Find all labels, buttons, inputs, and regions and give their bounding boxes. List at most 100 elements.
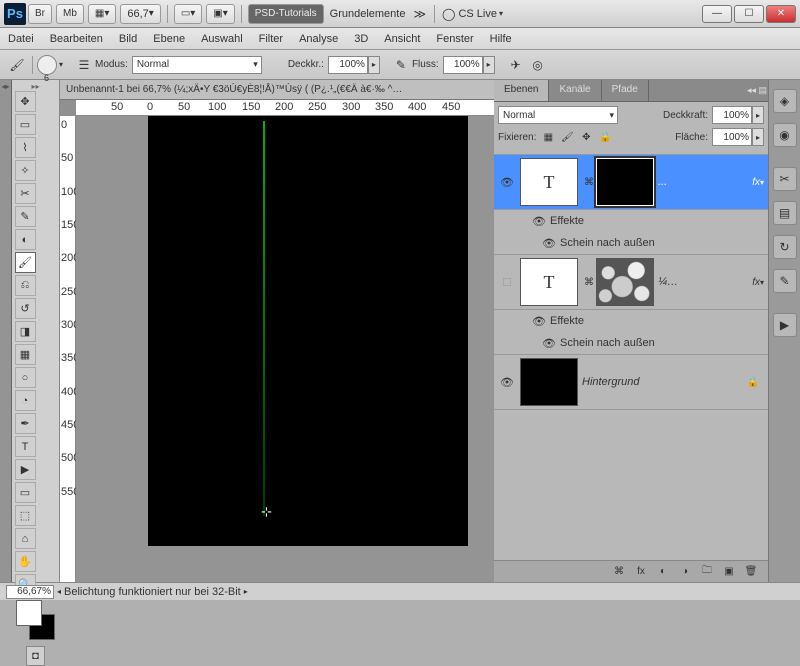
screenmode-button[interactable]: ▣▾ bbox=[206, 4, 234, 24]
visibility-toggle[interactable]: 👁 bbox=[498, 373, 516, 391]
flow-flyout-icon[interactable]: ▸ bbox=[483, 56, 495, 74]
minibridge-button[interactable]: Mb bbox=[56, 4, 84, 24]
lock-paint-icon[interactable]: 🖌 bbox=[559, 129, 575, 145]
fx-icon[interactable]: fx bbox=[633, 564, 649, 580]
status-arrow-right-icon[interactable]: ▸ bbox=[244, 587, 248, 596]
brush-preview-icon[interactable]: 6 bbox=[37, 55, 57, 75]
dock-history-icon[interactable]: ▶ bbox=[773, 313, 797, 337]
marquee-tool[interactable]: ▭ bbox=[15, 114, 36, 135]
maximize-button[interactable]: ☐ bbox=[734, 5, 764, 23]
dock-color-icon[interactable]: ◉ bbox=[773, 123, 797, 147]
layer-name[interactable]: Hintergrund bbox=[582, 376, 745, 388]
chevron-right-icon[interactable]: ≫ bbox=[413, 7, 426, 21]
new-layer-icon[interactable]: ▣ bbox=[721, 564, 737, 580]
zoom-input[interactable]: 66,67% bbox=[6, 585, 54, 599]
dodge-tool[interactable]: ◔ bbox=[15, 390, 36, 411]
airbrush-icon[interactable]: ✈ bbox=[505, 54, 527, 76]
fx-effects-row[interactable]: 👁Effekte bbox=[494, 310, 768, 332]
visibility-toggle[interactable]: 👁 bbox=[498, 173, 516, 191]
dock-character-icon[interactable]: ↻ bbox=[773, 235, 797, 259]
history-brush-tool[interactable]: ↺ bbox=[15, 298, 36, 319]
menu-analyse[interactable]: Analyse bbox=[299, 33, 338, 45]
quickmask-toggle[interactable]: ◘ bbox=[26, 646, 45, 666]
tab-pfade[interactable]: Pfade bbox=[602, 80, 649, 101]
layer-row-2[interactable]: ☐ T ⌘ ¼… fx▾ bbox=[494, 254, 768, 310]
fx-badge-icon[interactable]: fx bbox=[752, 277, 760, 288]
minimize-button[interactable]: — bbox=[702, 5, 732, 23]
brush-panel-toggle[interactable]: ☰ bbox=[73, 54, 95, 76]
menu-ebene[interactable]: Ebene bbox=[153, 33, 185, 45]
brush-tool[interactable]: 🖌 bbox=[15, 252, 36, 273]
visibility-toggle[interactable]: ☐ bbox=[498, 273, 516, 291]
status-arrow-left-icon[interactable]: ◂ bbox=[57, 587, 61, 596]
cslive-button[interactable]: CS Live bbox=[458, 8, 497, 20]
menu-hilfe[interactable]: Hilfe bbox=[490, 33, 512, 45]
document-tab[interactable]: Unbenannt-1 bei 66,7% (¼;xÄ•Y €3öÚ€yÈ8¦!… bbox=[60, 80, 494, 100]
dock-paragraph-icon[interactable]: ✎ bbox=[773, 269, 797, 293]
panel-menu-icon[interactable]: ◂◂ ▤ bbox=[746, 80, 768, 101]
opacity-arrow-icon[interactable]: ▸ bbox=[752, 106, 764, 124]
hand-tool[interactable]: ✋ bbox=[15, 551, 36, 572]
menu-bearbeiten[interactable]: Bearbeiten bbox=[50, 33, 103, 45]
mask-icon[interactable]: ◐ bbox=[655, 564, 671, 580]
shape-tool[interactable]: ▭ bbox=[15, 482, 36, 503]
fg-color-swatch[interactable] bbox=[16, 600, 42, 626]
lock-all-icon[interactable]: 🔒 bbox=[597, 129, 613, 145]
fill-arrow-icon[interactable]: ▸ bbox=[752, 128, 764, 146]
layer-mask-thumb[interactable] bbox=[596, 258, 654, 306]
blend-mode-dropdown[interactable]: Normal bbox=[132, 56, 262, 74]
pressure-opacity-icon[interactable]: ✎ bbox=[390, 54, 412, 76]
layer-name[interactable]: ... bbox=[658, 176, 748, 188]
eraser-tool[interactable]: ◨ bbox=[15, 321, 36, 342]
move-tool[interactable]: ✥ bbox=[15, 91, 36, 112]
flow-input[interactable]: 100% bbox=[443, 56, 483, 74]
blur-tool[interactable]: ○ bbox=[15, 367, 36, 388]
stamp-tool[interactable]: ⎌ bbox=[15, 275, 36, 296]
layer-thumb[interactable]: T bbox=[520, 258, 578, 306]
fx-outerglow-row[interactable]: 👁Schein nach außen bbox=[494, 332, 768, 354]
layer-mask-thumb[interactable] bbox=[596, 158, 654, 206]
3d-tool[interactable]: ⬚ bbox=[15, 505, 36, 526]
path-select-tool[interactable]: ▶ bbox=[15, 459, 36, 480]
view-extras-button[interactable]: ▦▾ bbox=[88, 4, 116, 24]
tab-kanaele[interactable]: Kanäle bbox=[549, 80, 601, 101]
layer-fill-input[interactable]: 100% bbox=[712, 128, 752, 146]
menu-datei[interactable]: Datei bbox=[8, 33, 34, 45]
color-swatches[interactable] bbox=[16, 600, 55, 640]
pressure-size-icon[interactable]: ◎ bbox=[527, 54, 549, 76]
layer-thumb[interactable] bbox=[520, 358, 578, 406]
menu-bild[interactable]: Bild bbox=[119, 33, 137, 45]
opacity-input[interactable]: 100% bbox=[328, 56, 368, 74]
canvas[interactable]: ⊹ bbox=[76, 116, 494, 582]
ruler-vertical[interactable]: 050100150200250300350400450500550 bbox=[60, 116, 76, 582]
lock-position-icon[interactable]: ✥ bbox=[578, 129, 594, 145]
lasso-tool[interactable]: ⌇ bbox=[15, 137, 36, 158]
layer-thumb[interactable]: T bbox=[520, 158, 578, 206]
layer-blend-dropdown[interactable]: Normal bbox=[498, 106, 618, 124]
delete-icon[interactable]: 🗑 bbox=[743, 564, 759, 580]
group-icon[interactable]: 🗀 bbox=[699, 564, 715, 580]
magic-wand-tool[interactable]: ✧ bbox=[15, 160, 36, 181]
healing-tool[interactable]: ◐ bbox=[15, 229, 36, 250]
fx-effects-row[interactable]: 👁Effekte bbox=[494, 210, 768, 232]
eyedropper-tool[interactable]: ✎ bbox=[15, 206, 36, 227]
dock-styles-icon[interactable]: ▤ bbox=[773, 201, 797, 225]
bridge-button[interactable]: Br bbox=[28, 4, 52, 24]
pen-tool[interactable]: ✒ bbox=[15, 413, 36, 434]
menu-fenster[interactable]: Fenster bbox=[436, 33, 473, 45]
type-tool[interactable]: T bbox=[15, 436, 36, 457]
tab-ebenen[interactable]: Ebenen bbox=[494, 80, 549, 101]
close-button[interactable]: ✕ bbox=[766, 5, 796, 23]
layer-row-bg[interactable]: 👁 Hintergrund 🔒 bbox=[494, 354, 768, 410]
workspace-tab-2[interactable]: Grundelemente bbox=[330, 8, 406, 20]
tool-preset-icon[interactable]: 🖌 bbox=[6, 54, 28, 76]
menu-3d[interactable]: 3D bbox=[354, 33, 368, 45]
menu-filter[interactable]: Filter bbox=[259, 33, 283, 45]
crop-tool[interactable]: ✂ bbox=[15, 183, 36, 204]
titlebar-zoom[interactable]: 66,7 ▾ bbox=[120, 4, 160, 24]
adjustment-icon[interactable]: ◑ bbox=[677, 564, 693, 580]
dock-adjust-icon[interactable]: ✂ bbox=[773, 167, 797, 191]
menu-ansicht[interactable]: Ansicht bbox=[384, 33, 420, 45]
ruler-horizontal[interactable]: 50050100150200250300350400450 bbox=[76, 100, 494, 116]
panel-gutter-left[interactable]: ◂▸ bbox=[0, 80, 12, 582]
